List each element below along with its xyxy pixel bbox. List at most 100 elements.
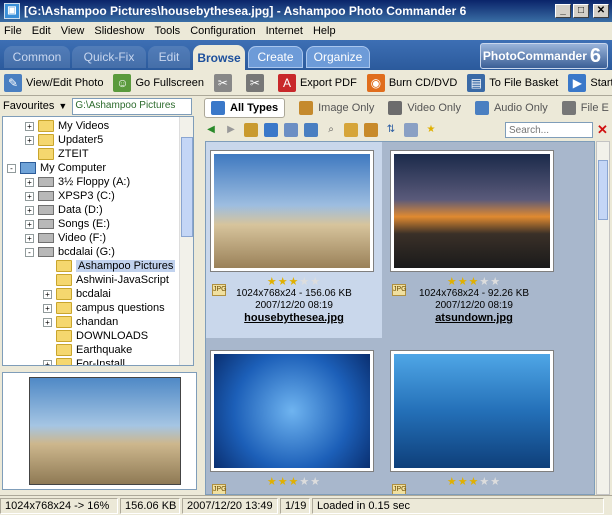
tree-item[interactable]: + My Videos <box>25 119 109 133</box>
grid-view-icon[interactable] <box>404 123 418 137</box>
cut-button[interactable]: ✂ <box>213 73 236 92</box>
rating-stars[interactable]: ★★★★★ <box>206 276 382 288</box>
tools-icon: ✂ <box>245 73 264 92</box>
menu-help[interactable]: Help <box>313 25 336 37</box>
expand-icon[interactable]: + <box>25 121 34 131</box>
tree-item[interactable]: - My Computer <box>7 161 106 175</box>
collapse-icon[interactable]: - <box>25 247 34 257</box>
tree-item[interactable]: + Video (F:) <box>25 231 106 245</box>
tree-item[interactable]: ZTEIT <box>25 147 89 161</box>
tab-edit[interactable]: Edit <box>148 46 190 68</box>
expand-icon[interactable]: + <box>43 359 52 365</box>
tree-item[interactable]: - bcdalai (G:) <box>25 245 115 259</box>
tree-item-label: 3½ Floppy (A:) <box>58 176 131 188</box>
back-arrow-icon[interactable]: ◀ <box>204 123 218 137</box>
filter-video-only[interactable]: Video Only <box>388 101 461 115</box>
thumbnail-grid[interactable]: JPG ★★★★★ 1024x768x24 - 156.06 KB 2007/1… <box>205 141 595 495</box>
menu-edit[interactable]: Edit <box>32 25 51 37</box>
status-dims: 1024x768x24 -> 16% <box>0 497 118 514</box>
expand-icon[interactable]: + <box>25 135 34 145</box>
thumbnail-card[interactable]: JPG ★★★★★ <box>206 342 382 494</box>
title-bar[interactable]: ▣ [G:\Ashampoo Pictures\housebythesea.jp… <box>0 0 612 22</box>
close-button[interactable]: ✕ <box>593 4 609 18</box>
menu-file[interactable]: File <box>4 25 22 37</box>
view-edit-button[interactable]: ✎ View/Edit Photo <box>4 73 103 92</box>
rating-stars[interactable]: ★★★★★ <box>386 476 562 488</box>
menu-internet[interactable]: Internet <box>266 25 303 37</box>
filter-image-only[interactable]: Image Only <box>299 101 374 115</box>
tree-scroll-thumb[interactable] <box>181 137 193 237</box>
image-filename[interactable]: housebythesea.jpg <box>206 312 382 324</box>
tree-scrollbar[interactable] <box>179 117 193 365</box>
clear-search-icon[interactable]: ✕ <box>597 122 609 138</box>
tab-browse[interactable]: Browse <box>193 45 245 70</box>
tree-item[interactable]: + campus questions <box>43 301 165 315</box>
path-field[interactable]: G:\Ashampoo Pictures <box>72 97 193 115</box>
expand-icon[interactable]: + <box>25 233 34 243</box>
image-dims: 1024x768x24 - 92.26 KB <box>418 288 530 299</box>
burn-button[interactable]: ◉ Burn CD/DVD <box>366 73 457 92</box>
folder-tree[interactable]: + My Videos + Updater5 ZTEIT - My Computer +3½ … <box>2 116 194 366</box>
image-filename[interactable]: atsundown.jpg <box>386 312 562 324</box>
tree-item[interactable]: + For-Install <box>43 357 125 365</box>
tab-quick-fix[interactable]: Quick-Fix <box>72 46 146 68</box>
filter-file-ext[interactable]: File E <box>561 101 609 115</box>
tree-item[interactable]: Earthquake <box>43 343 132 357</box>
expand-icon[interactable]: + <box>43 303 52 313</box>
folder-up-icon[interactable] <box>244 123 258 137</box>
favourites-label[interactable]: Favourites <box>3 100 54 112</box>
tree-item[interactable]: +3½ Floppy (A:) <box>25 175 130 189</box>
rating-stars[interactable]: ★★★★★ <box>386 276 562 288</box>
minimize-button[interactable]: _ <box>555 4 571 18</box>
copy-folder-icon[interactable] <box>344 123 358 137</box>
slideshow-button[interactable]: ▶ Start SlideSh <box>568 73 612 92</box>
menu-view[interactable]: View <box>61 25 85 37</box>
tree-item[interactable]: + bcdalai <box>43 287 111 301</box>
file-basket-button[interactable]: ▤ To File Basket <box>467 73 558 92</box>
tab-create[interactable]: Create <box>248 46 303 68</box>
filter-all-types[interactable]: All Types <box>204 98 286 118</box>
expand-icon[interactable]: + <box>25 219 34 229</box>
maximize-button[interactable]: □ <box>573 4 589 18</box>
rating-stars[interactable]: ★★★★★ <box>206 476 382 488</box>
grid-scrollbar[interactable] <box>596 141 610 495</box>
search-input[interactable] <box>505 122 593 138</box>
export-pdf-button[interactable]: A Export PDF <box>277 73 357 92</box>
sort-icon[interactable]: ⇅ <box>384 123 398 137</box>
view-mode-icon[interactable] <box>264 123 278 137</box>
grid-scroll-thumb[interactable] <box>598 160 608 220</box>
tree-item[interactable]: DOWNLOADS <box>43 329 148 343</box>
tree-item[interactable]: + chandan <box>43 315 118 329</box>
expand-icon[interactable]: + <box>25 205 34 215</box>
tab-organize[interactable]: Organize <box>306 46 370 68</box>
info-icon[interactable] <box>284 123 298 137</box>
rating-filter-icon[interactable]: ★ <box>424 123 438 137</box>
tab-common[interactable]: Common <box>4 46 70 68</box>
favourites-dropdown-icon[interactable]: ▼ <box>58 101 72 111</box>
tools-button[interactable]: ✂ <box>245 73 268 92</box>
thumbnail-card[interactable]: JPG ★★★★★ 1024x768x24 - 92.26 KB 2007/12… <box>386 142 562 338</box>
filter-audio-only[interactable]: Audio Only <box>474 101 548 115</box>
thumbnail-card[interactable]: JPG ★★★★★ 1024x768x24 - 156.06 KB 2007/1… <box>206 142 382 338</box>
thumbnail-card[interactable]: JPG ★★★★★ <box>386 342 562 494</box>
fullscreen-button[interactable]: ☺ Go Fullscreen <box>113 73 204 92</box>
expand-icon[interactable]: + <box>43 317 52 327</box>
move-folder-icon[interactable] <box>364 123 378 137</box>
menu-slideshow[interactable]: Slideshow <box>94 25 144 37</box>
tree-item[interactable]: + XPSP3 (C:) <box>25 189 115 203</box>
magnifier-icon[interactable]: ⌕ <box>324 123 338 137</box>
tree-item[interactable]: Ashampoo Pictures <box>43 259 176 273</box>
refresh-icon[interactable] <box>304 123 318 137</box>
expand-icon[interactable]: + <box>25 177 34 187</box>
tree-item[interactable]: Ashwini-JavaScript <box>43 273 169 287</box>
tree-item[interactable]: + Updater5 <box>25 133 103 147</box>
expand-icon[interactable]: + <box>43 289 52 299</box>
tree-item[interactable]: + Data (D:) <box>25 203 103 217</box>
tree-item[interactable]: + Songs (E:) <box>25 217 110 231</box>
forward-arrow-icon[interactable]: ▶ <box>224 123 238 137</box>
menu-tools[interactable]: Tools <box>155 25 181 37</box>
expand-icon[interactable]: + <box>25 191 34 201</box>
computer-icon <box>20 162 36 174</box>
menu-configuration[interactable]: Configuration <box>190 25 255 37</box>
collapse-icon[interactable]: - <box>7 163 16 173</box>
